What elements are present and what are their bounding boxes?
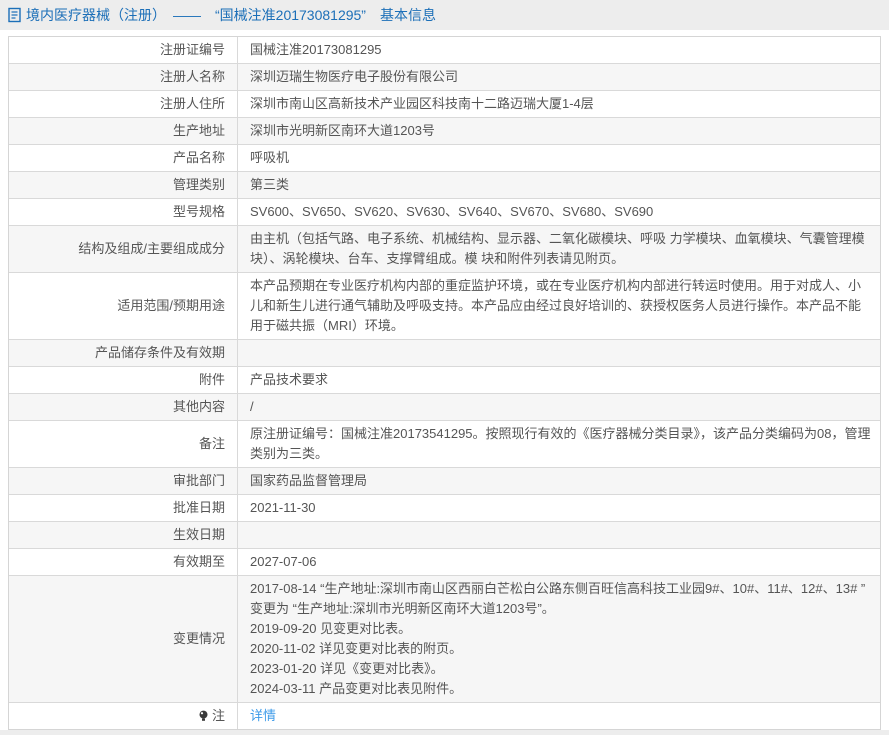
row-value: 2027-07-06 xyxy=(238,549,880,575)
row-label: 有效期至 xyxy=(9,549,238,575)
bottom-divider xyxy=(0,730,889,735)
row-label: 适用范围/预期用途 xyxy=(9,273,238,339)
row-label: 其他内容 xyxy=(9,394,238,420)
table-row-intended-use: 适用范围/预期用途 本产品预期在专业医疗机构内部的重症监护环境，或在专业医疗机构… xyxy=(9,273,880,340)
row-value: 第三类 xyxy=(238,172,880,198)
document-icon xyxy=(8,7,21,23)
table-row-valid-until: 有效期至 2027-07-06 xyxy=(9,549,880,576)
row-label: 结构及组成/主要组成成分 xyxy=(9,226,238,272)
row-value: 产品技术要求 xyxy=(238,367,880,393)
table-row-registrant-name: 注册人名称 深圳迈瑞生物医疗电子股份有限公司 xyxy=(9,64,880,91)
page-title: 境内医疗器械（注册） —— “国械注准20173081295” 基本信息 xyxy=(26,5,436,25)
table-row-structure-composition: 结构及组成/主要组成成分 由主机（包括气路、电子系统、机械结构、显示器、二氧化碳… xyxy=(9,226,880,273)
row-value: 国械注准20173081295 xyxy=(238,37,880,63)
row-value: 由主机（包括气路、电子系统、机械结构、显示器、二氧化碳模块、呼吸 力学模块、血氧… xyxy=(238,226,880,272)
row-label: 型号规格 xyxy=(9,199,238,225)
table-row-management-class: 管理类别 第三类 xyxy=(9,172,880,199)
table-row-effective-date: 生效日期 xyxy=(9,522,880,549)
table-row-production-address: 生产地址 深圳市光明新区南环大道1203号 xyxy=(9,118,880,145)
table-row-change-history: 变更情况 2017-08-14 “生产地址:深圳市南山区西丽白芒松白公路东侧百旺… xyxy=(9,576,880,703)
page-header: 境内医疗器械（注册） —— “国械注准20173081295” 基本信息 xyxy=(0,0,889,30)
registration-info-table: 注册证编号 国械注准20173081295 注册人名称 深圳迈瑞生物医疗电子股份… xyxy=(8,36,881,730)
row-value: 国家药品监督管理局 xyxy=(238,468,880,494)
row-label: 批准日期 xyxy=(9,495,238,521)
row-label: 产品名称 xyxy=(9,145,238,171)
detail-link[interactable]: 详情 xyxy=(250,706,276,726)
table-row-note: 注 详情 xyxy=(9,703,880,729)
row-value: 2021-11-30 xyxy=(238,495,880,521)
row-value: 深圳市光明新区南环大道1203号 xyxy=(238,118,880,144)
table-row-remarks: 备注 原注册证编号：国械注准20173541295。按照现行有效的《医疗器械分类… xyxy=(9,421,880,468)
table-row-attachment: 附件 产品技术要求 xyxy=(9,367,880,394)
row-value: 深圳市南山区高新技术产业园区科技南十二路迈瑞大厦1-4层 xyxy=(238,91,880,117)
bulb-icon xyxy=(198,710,209,723)
row-value: 本产品预期在专业医疗机构内部的重症监护环境，或在专业医疗机构内部进行转运时使用。… xyxy=(238,273,880,339)
row-value: 呼吸机 xyxy=(238,145,880,171)
row-label: 注册人住所 xyxy=(9,91,238,117)
row-value xyxy=(238,340,880,366)
table-row-registration-no: 注册证编号 国械注准20173081295 xyxy=(9,37,880,64)
table-row-storage-validity: 产品储存条件及有效期 xyxy=(9,340,880,367)
row-label: 生效日期 xyxy=(9,522,238,548)
row-value: / xyxy=(238,394,880,420)
row-label: 注册证编号 xyxy=(9,37,238,63)
row-label: 变更情况 xyxy=(9,576,238,702)
row-label: 注 xyxy=(9,703,238,729)
row-label: 注册人名称 xyxy=(9,64,238,90)
row-value: SV600、SV650、SV620、SV630、SV640、SV670、SV68… xyxy=(238,199,880,225)
table-row-product-name: 产品名称 呼吸机 xyxy=(9,145,880,172)
row-value: 详情 xyxy=(238,703,880,729)
table-row-approval-department: 审批部门 国家药品监督管理局 xyxy=(9,468,880,495)
row-label: 产品储存条件及有效期 xyxy=(9,340,238,366)
row-label: 生产地址 xyxy=(9,118,238,144)
table-row-model-spec: 型号规格 SV600、SV650、SV620、SV630、SV640、SV670… xyxy=(9,199,880,226)
note-label: 注 xyxy=(212,706,225,726)
row-value: 原注册证编号：国械注准20173541295。按照现行有效的《医疗器械分类目录》… xyxy=(238,421,880,467)
row-value: 2017-08-14 “生产地址:深圳市南山区西丽白芒松白公路东侧百旺信高科技工… xyxy=(238,576,880,702)
table-row-other-content: 其他内容 / xyxy=(9,394,880,421)
row-label: 审批部门 xyxy=(9,468,238,494)
row-value: 深圳迈瑞生物医疗电子股份有限公司 xyxy=(238,64,880,90)
row-label: 附件 xyxy=(9,367,238,393)
row-label: 备注 xyxy=(9,421,238,467)
table-row-registrant-address: 注册人住所 深圳市南山区高新技术产业园区科技南十二路迈瑞大厦1-4层 xyxy=(9,91,880,118)
row-label: 管理类别 xyxy=(9,172,238,198)
table-row-approval-date: 批准日期 2021-11-30 xyxy=(9,495,880,522)
row-value xyxy=(238,522,880,548)
